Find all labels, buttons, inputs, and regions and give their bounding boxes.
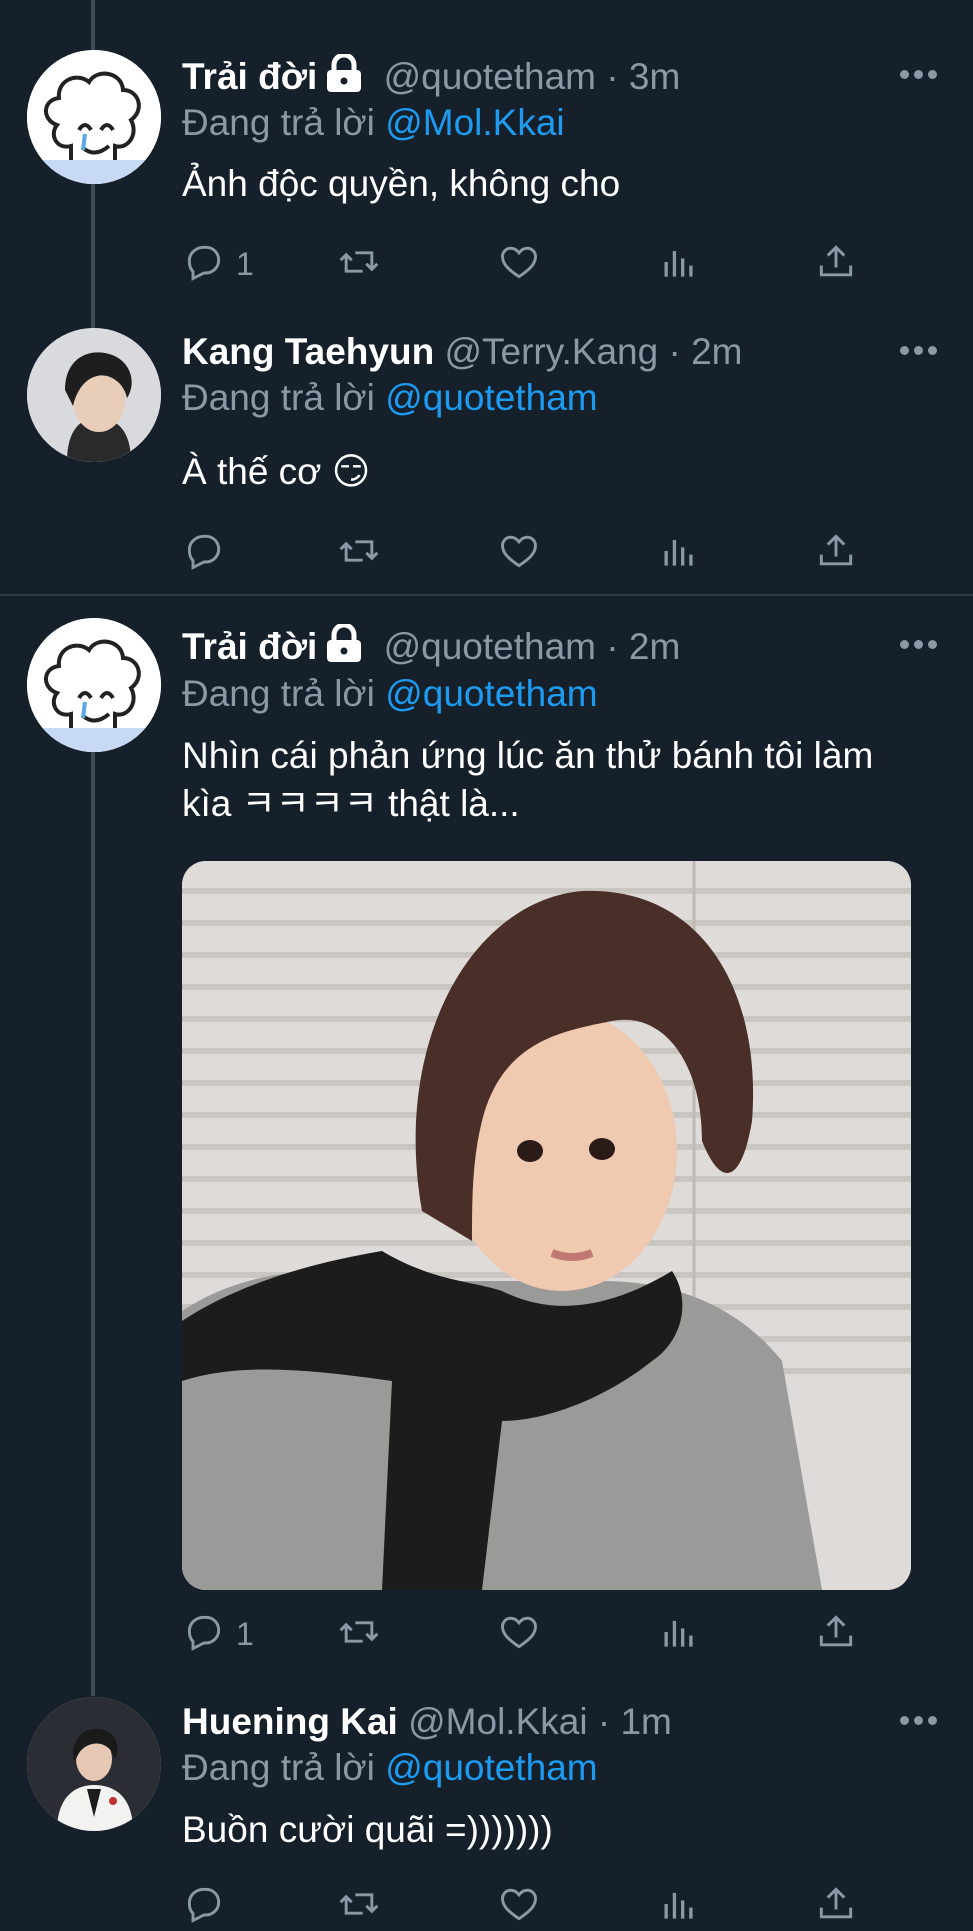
share-button[interactable] bbox=[814, 1610, 858, 1658]
like-button[interactable] bbox=[497, 529, 541, 577]
reply-mention[interactable]: @quotetham bbox=[385, 1747, 597, 1788]
timestamp[interactable]: 2m bbox=[691, 331, 742, 372]
more-icon[interactable] bbox=[900, 70, 938, 82]
reply-mention[interactable]: @Mol.Kkai bbox=[385, 102, 564, 143]
reply-icon bbox=[182, 240, 226, 289]
tweet-text: À thế cơ 😏 bbox=[182, 451, 371, 492]
like-icon bbox=[497, 529, 541, 578]
like-button[interactable] bbox=[497, 1610, 541, 1658]
share-icon bbox=[814, 1882, 858, 1931]
more-icon[interactable] bbox=[900, 640, 938, 652]
reply-button[interactable]: 1 bbox=[182, 1610, 254, 1658]
author-handle[interactable]: @quotetham bbox=[384, 626, 596, 667]
like-button[interactable] bbox=[497, 240, 541, 288]
lock-icon bbox=[325, 52, 363, 104]
retweet-button[interactable] bbox=[337, 529, 381, 577]
reply-button[interactable] bbox=[182, 1882, 226, 1930]
reply-icon bbox=[182, 1610, 226, 1659]
separator: · bbox=[606, 625, 619, 667]
more-icon[interactable] bbox=[900, 346, 938, 358]
analytics-button[interactable] bbox=[657, 240, 701, 288]
reply-icon bbox=[182, 529, 226, 578]
like-button[interactable] bbox=[497, 1882, 541, 1930]
reply-icon bbox=[182, 1882, 226, 1931]
reply-label: Đang trả lời bbox=[182, 377, 375, 418]
author-name[interactable]: Trải đời bbox=[182, 56, 317, 97]
separator: · bbox=[668, 331, 681, 372]
analytics-button[interactable] bbox=[657, 1610, 701, 1658]
retweet-icon bbox=[337, 1610, 381, 1659]
like-icon bbox=[497, 240, 541, 289]
thread-line bbox=[91, 180, 95, 330]
thread-line bbox=[91, 746, 95, 1696]
timestamp[interactable]: 2m bbox=[629, 626, 680, 667]
reply-count: 1 bbox=[236, 1615, 254, 1652]
separator: · bbox=[597, 1701, 611, 1742]
share-icon bbox=[814, 1610, 858, 1659]
author-name[interactable]: Trải đời bbox=[182, 626, 317, 667]
tweet-text-line: Nhìn cái phản ứng lúc ăn thử bánh tôi là… bbox=[182, 735, 874, 776]
reply-label: Đang trả lời bbox=[182, 1747, 375, 1788]
author-handle[interactable]: @Terry.Kang bbox=[444, 331, 658, 372]
lock-icon bbox=[325, 622, 363, 674]
author-handle[interactable]: @quotetham bbox=[384, 56, 596, 97]
timestamp[interactable]: 1m bbox=[620, 1701, 671, 1742]
analytics-button[interactable] bbox=[657, 529, 701, 577]
separator: · bbox=[606, 55, 619, 97]
share-icon bbox=[814, 529, 858, 578]
share-button[interactable] bbox=[814, 529, 858, 577]
author-name[interactable]: Huening Kai bbox=[182, 1701, 398, 1742]
reply-button[interactable]: 1 bbox=[182, 240, 254, 288]
retweet-icon bbox=[337, 529, 381, 578]
retweet-button[interactable] bbox=[337, 1882, 381, 1930]
share-button[interactable] bbox=[814, 240, 858, 288]
reply-mention[interactable]: @quotetham bbox=[385, 377, 597, 418]
like-icon bbox=[497, 1610, 541, 1659]
reply-count: 1 bbox=[236, 245, 254, 282]
tweet-text: Buồn cười quãi =))))))) bbox=[182, 1809, 553, 1850]
author-name[interactable]: Kang Taehyun bbox=[182, 331, 434, 372]
retweet-icon bbox=[337, 240, 381, 289]
like-icon bbox=[497, 1882, 541, 1931]
retweet-button[interactable] bbox=[337, 1610, 381, 1658]
reply-label: Đang trả lời bbox=[182, 673, 375, 714]
more-icon[interactable] bbox=[900, 1716, 938, 1728]
avatar[interactable] bbox=[27, 1697, 161, 1831]
analytics-icon bbox=[657, 1610, 701, 1659]
share-button[interactable] bbox=[814, 1882, 858, 1930]
author-handle[interactable]: @Mol.Kkai bbox=[408, 1701, 587, 1742]
tweet-text: Nhìn cái phản ứng lúc ăn thử bánh tôi là… bbox=[182, 732, 942, 828]
analytics-icon bbox=[657, 1882, 701, 1931]
tweet-text: Ảnh độc quyền, không cho bbox=[182, 163, 621, 204]
reply-label: Đang trả lời bbox=[182, 102, 375, 143]
timestamp[interactable]: 3m bbox=[629, 56, 680, 97]
thread-line bbox=[91, 0, 95, 50]
analytics-icon bbox=[657, 240, 701, 289]
divider bbox=[0, 594, 973, 596]
avatar[interactable] bbox=[27, 50, 161, 184]
share-icon bbox=[814, 240, 858, 289]
analytics-icon bbox=[657, 529, 701, 578]
retweet-icon bbox=[337, 1882, 381, 1931]
tweet-text-line: kìa ㅋㅋㅋㅋ thật là... bbox=[182, 783, 520, 824]
reply-button[interactable] bbox=[182, 529, 226, 577]
retweet-button[interactable] bbox=[337, 240, 381, 288]
avatar[interactable] bbox=[27, 328, 161, 462]
reply-mention[interactable]: @quotetham bbox=[385, 673, 597, 714]
avatar[interactable] bbox=[27, 618, 161, 752]
analytics-button[interactable] bbox=[657, 1882, 701, 1930]
tweet-photo[interactable] bbox=[182, 861, 911, 1590]
